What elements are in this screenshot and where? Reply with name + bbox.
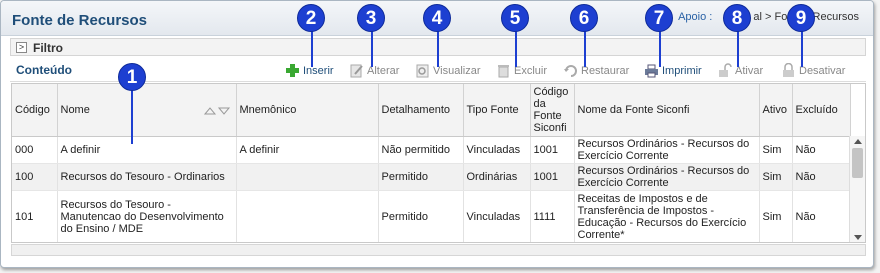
table-row[interactable]: 100 Recursos do Tesouro - Ordinarios Per… [12,163,851,191]
header-row: Código Nome Mnemônico Detalhamento Tipo … [12,84,851,137]
col-header-codigo-siconfi[interactable]: Código da Fonte Siconfi [530,84,575,137]
scroll-up-icon[interactable] [854,139,862,144]
vertical-scrollbar[interactable] [849,136,865,242]
deactivate-button[interactable]: Desativar [781,62,845,79]
trash-icon [496,63,511,78]
callout-pointer-6 [584,31,586,67]
callout-pointer-4 [437,31,439,67]
fonte-recursos-panel: Fonte de Recursos Apoio : al > Fon Recur… [0,0,874,268]
cell-detalhamento: Permitido [378,190,464,242]
callout-pointer-9 [801,31,803,67]
cell-nome-siconfi: Receitas de Impostos e de Transferência … [574,190,760,242]
cell-detalhamento: Não permitido [378,136,464,164]
restore-label: Restaurar [581,64,630,77]
breadcrumb-apoio[interactable]: Apoio [678,11,706,23]
sort-icon[interactable] [203,106,232,119]
expand-icon[interactable]: > [16,42,27,53]
delete-label: Excluir [514,64,548,77]
cell-tipo-fonte: Vinculadas [463,136,531,164]
cell-tipo-fonte: Vinculadas [463,190,531,242]
data-grid: Código Nome Mnemônico Detalhamento Tipo … [11,83,866,243]
cell-codigo: 000 [12,136,58,164]
horizontal-scrollbar[interactable] [11,244,866,256]
cell-codigo-siconfi: 1001 [530,136,575,164]
callout-badge-7: 7 [645,4,673,32]
cell-detalhamento: Permitido [378,163,464,191]
col-header-mnemonico[interactable]: Mnemônico [236,84,379,137]
cell-nome-siconfi: Recursos Ordinários - Recursos do Exercí… [574,163,760,191]
cell-excluido: Não [792,163,851,191]
table-row[interactable]: 101 Recursos do Tesouro - Manutencao do … [12,190,851,242]
insert-button[interactable]: Inserir [285,62,334,79]
callout-badge-8: 8 [723,4,751,32]
col-header-detalhamento[interactable]: Detalhamento [378,84,464,137]
view-button[interactable]: Visualizar [415,62,481,79]
callout-badge-5: 5 [501,4,529,32]
cell-mnemonico [236,163,379,191]
cell-nome: Recursos do Tesouro - Manutencao do Dese… [57,190,237,242]
col-header-nome[interactable]: Nome [57,84,237,137]
callout-badge-2: 2 [297,4,325,32]
callout-badge-6: 6 [570,4,598,32]
callout-pointer-5 [515,31,517,67]
cell-nome-siconfi: Recursos Ordinários - Recursos do Exercí… [574,136,760,164]
callout-pointer-3 [371,31,373,67]
unlock-icon [717,63,732,78]
view-label: Visualizar [433,64,481,77]
edit-button[interactable]: Alterar [349,62,399,79]
col-header-excluido[interactable]: Excluído [792,84,851,137]
col-header-nome-siconfi[interactable]: Nome da Fonte Siconfi [574,84,760,137]
page-title: Fonte de Recursos [12,12,148,29]
col-header-tipo-fonte[interactable]: Tipo Fonte [463,84,531,137]
restore-icon [563,63,578,78]
breadcrumb: Apoio : al > Fon Recursos [678,11,859,23]
cell-nome: A definir [57,136,237,164]
cell-tipo-fonte: Ordinárias [463,163,531,191]
edit-icon [349,63,364,78]
callout-badge-4: 4 [423,4,451,32]
activate-button[interactable]: Ativar [717,62,763,79]
filter-label[interactable]: Filtro [33,41,63,55]
breadcrumb-current: Recursos [812,11,859,23]
insert-label: Inserir [303,64,334,77]
cell-codigo: 101 [12,190,58,242]
plus-icon [285,63,300,78]
cell-mnemonico: A definir [236,136,379,164]
table-row[interactable]: 000 A definir A definir Não permitido Vi… [12,136,851,164]
view-icon [415,63,430,78]
breadcrumb-sep: : [709,11,713,23]
cell-ativo: Sim [759,163,793,191]
scroll-thumb[interactable] [852,148,863,178]
callout-pointer-8 [737,31,739,67]
cell-ativo: Sim [759,136,793,164]
deactivate-label: Desativar [799,64,846,77]
callout-badge-9: 9 [787,4,815,32]
callout-pointer-2 [311,31,313,67]
lock-icon [781,62,796,78]
print-label: Imprimir [662,64,702,77]
cell-codigo-siconfi: 1001 [530,163,575,191]
cell-codigo-siconfi: 1111 [530,190,575,242]
activate-label: Ativar [735,64,764,77]
content-label: Conteúdo [16,63,72,77]
cell-codigo: 100 [12,163,58,191]
cell-excluido: Não [792,190,851,242]
print-button[interactable]: Imprimir [644,62,702,79]
callout-pointer-7 [659,31,661,67]
col-header-nome-label: Nome [60,103,90,116]
scroll-down-icon[interactable] [854,235,862,240]
cell-ativo: Sim [759,190,793,242]
col-header-codigo[interactable]: Código [12,84,58,137]
sources-table: Código Nome Mnemônico Detalhamento Tipo … [12,84,851,242]
callout-badge-3: 3 [357,4,385,32]
cell-mnemonico [236,190,379,242]
col-header-ativo[interactable]: Ativo [759,84,793,137]
delete-button[interactable]: Excluir [496,62,547,79]
callout-badge-1: 1 [118,63,146,91]
restore-button[interactable]: Restaurar [563,62,629,79]
cell-nome: Recursos do Tesouro - Ordinarios [57,163,237,191]
printer-icon [644,63,659,78]
callout-pointer-1 [131,84,133,144]
cell-excluido: Não [792,136,851,164]
